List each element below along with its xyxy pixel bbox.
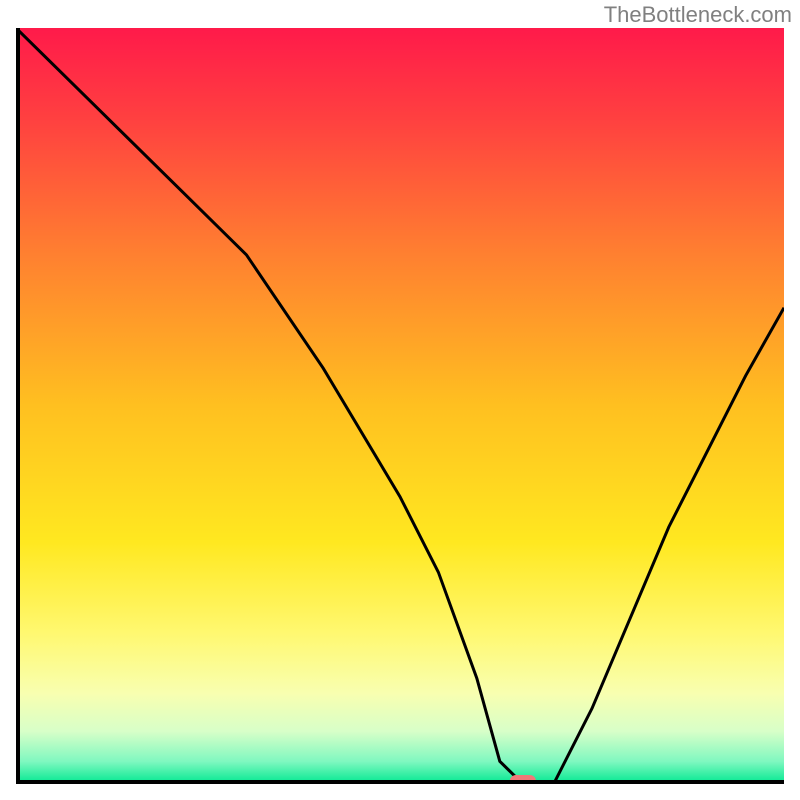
chart-container: TheBottleneck.com: [0, 0, 800, 800]
highlight-marker: [510, 775, 536, 784]
bottleneck-chart: [16, 28, 784, 784]
watermark-text: TheBottleneck.com: [604, 2, 792, 28]
